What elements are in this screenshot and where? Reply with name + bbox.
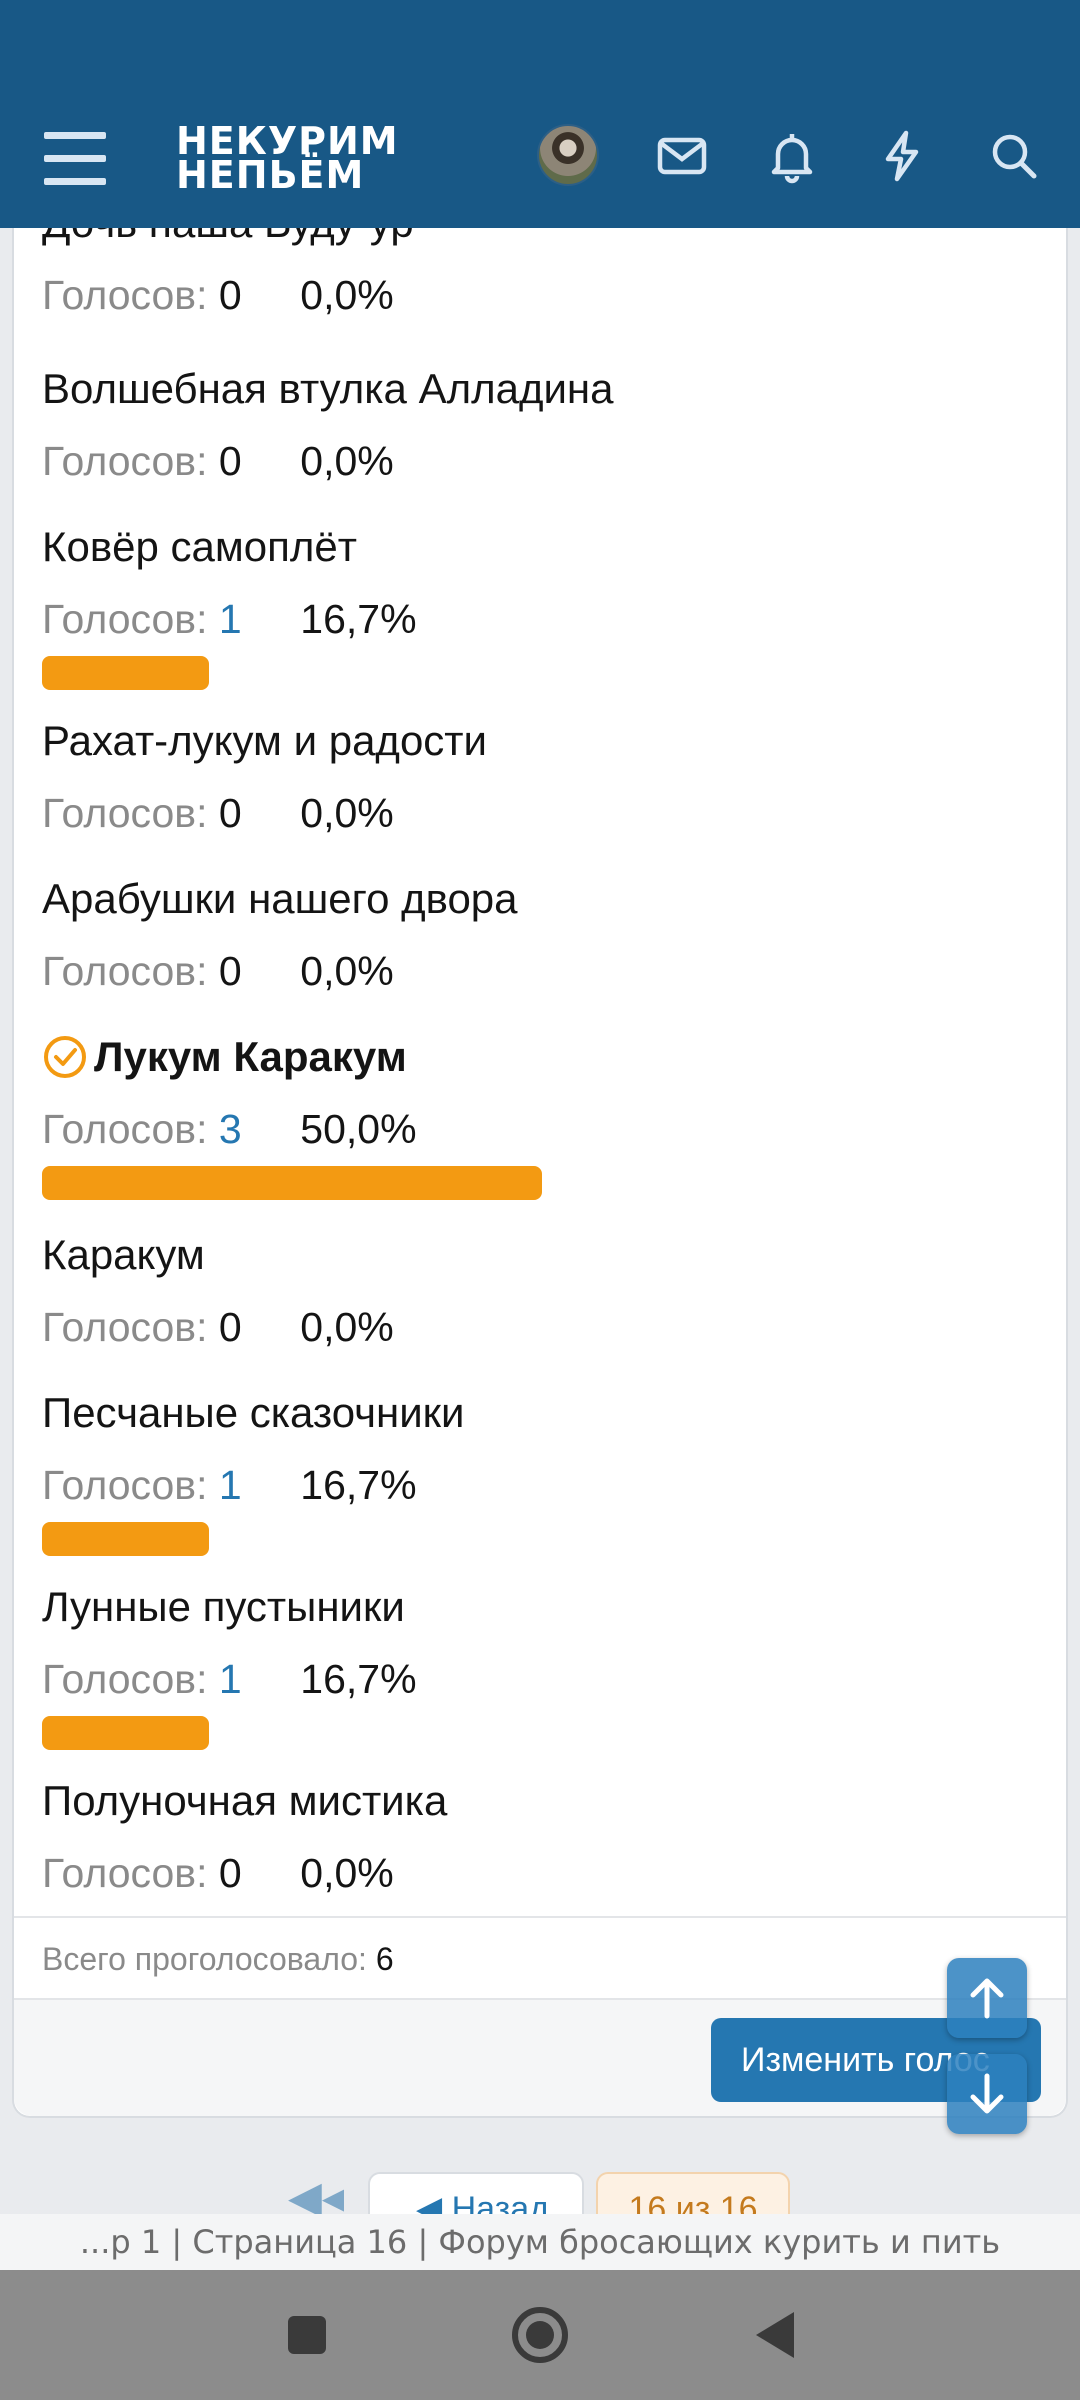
votes-label: Голосов: xyxy=(42,948,208,994)
votes-label: Голосов: xyxy=(42,1656,208,1702)
total-value: 6 xyxy=(375,1941,394,1977)
lightning-icon[interactable] xyxy=(874,128,930,184)
poll-option-votes: Голосов: 0 0,0% xyxy=(42,788,1042,838)
home-button[interactable] xyxy=(505,2300,575,2370)
poll-option-bar xyxy=(42,656,209,690)
votes-count[interactable]: 1 xyxy=(219,594,289,644)
poll-option-title: Каракум xyxy=(42,1230,1042,1280)
poll-option-label: Лунные пустыники xyxy=(42,1583,405,1630)
votes-label: Голосов: xyxy=(42,272,208,318)
poll-option-label: Каракум xyxy=(42,1231,205,1278)
mail-icon[interactable] xyxy=(654,128,710,184)
back-triangle-icon xyxy=(756,2312,794,2358)
poll-option-votes: Голосов: 0 0,0% xyxy=(42,436,1042,486)
arrow-up-icon xyxy=(970,1978,1004,2019)
bell-icon[interactable] xyxy=(764,128,820,184)
poll-option: Лунные пустыники Голосов: 1 16,7% xyxy=(42,1582,1042,1750)
poll-option-label: Лукум Каракум xyxy=(94,1033,407,1080)
votes-percent: 0,0% xyxy=(300,1304,394,1350)
search-icon[interactable] xyxy=(986,128,1042,184)
site-logo[interactable]: НЕКУРИМ НЕПЬЁМ xyxy=(176,122,399,197)
poll-option-title: Волшебная втулка Алладина xyxy=(42,364,1042,414)
check-circle-icon xyxy=(44,1036,86,1078)
votes-count: 0 xyxy=(218,272,242,318)
poll-option-votes: Голосов: 0 0,0% xyxy=(42,1848,1042,1898)
poll-option-label: Ковёр самоплёт xyxy=(42,523,357,570)
votes-count: 0 xyxy=(218,438,242,484)
votes-label: Голосов: xyxy=(42,790,208,836)
poll-option-votes: Голосов: 1 16,7% xyxy=(42,1460,1042,1510)
poll-option-label: Полуночная мистика xyxy=(42,1777,448,1824)
back-button[interactable] xyxy=(740,2300,810,2370)
logo-line-2: НЕПЬЁМ xyxy=(176,153,365,197)
total-label: Всего проголосовало: xyxy=(42,1941,367,1977)
poll-option-label: Волшебная втулка Алладина xyxy=(42,365,614,412)
votes-count: 0 xyxy=(218,948,242,994)
poll-option: Лукум Каракум Голосов: 3 50,0% xyxy=(42,1032,1042,1200)
poll-option-bar xyxy=(42,1166,542,1200)
votes-percent: 16,7% xyxy=(300,1656,417,1702)
votes-percent: 0,0% xyxy=(300,272,394,318)
votes-percent: 0,0% xyxy=(300,1850,394,1896)
poll-option: Каракум Голосов: 0 0,0% xyxy=(42,1230,1042,1352)
poll-option-label: Рахат-лукум и радости xyxy=(42,717,487,764)
site-header: НЕКУРИМ НЕПЬЁМ xyxy=(0,0,1080,228)
poll-option: Рахат-лукум и радости Голосов: 0 0,0% xyxy=(42,716,1042,838)
poll-option-title: Песчаные сказочники xyxy=(42,1388,1042,1438)
votes-percent: 16,7% xyxy=(300,1462,417,1508)
arrow-down-icon xyxy=(970,2073,1004,2114)
poll-option-title: Полуночная мистика xyxy=(42,1776,1042,1826)
votes-percent: 0,0% xyxy=(300,438,394,484)
votes-count[interactable]: 1 xyxy=(219,1654,289,1704)
browser-page-title: ...р 1 | Страница 16 | Форум бросающих к… xyxy=(0,2214,1080,2270)
poll-option-votes: Голосов: 0 0,0% xyxy=(42,946,1042,996)
poll-option-title: Арабушки нашего двора xyxy=(42,874,1042,924)
poll-option-votes: Голосов: 3 50,0% xyxy=(42,1104,1042,1154)
votes-label: Голосов: xyxy=(42,596,208,642)
votes-label: Голосов: xyxy=(42,1304,208,1350)
poll-option: Полуночная мистика Голосов: 0 0,0% xyxy=(42,1776,1042,1898)
votes-label: Голосов: xyxy=(42,1850,208,1896)
poll-option-votes: Голосов: 0 0,0% xyxy=(42,1302,1042,1352)
poll-option-votes: Голосов: 0 0,0% xyxy=(42,270,1042,320)
home-circle-icon xyxy=(512,2307,568,2363)
scroll-bottom-button[interactable] xyxy=(947,2054,1027,2134)
votes-percent: 0,0% xyxy=(300,948,394,994)
poll-option-label: Песчаные сказочники xyxy=(42,1389,465,1436)
scroll-top-button[interactable] xyxy=(947,1958,1027,2038)
poll-option-votes: Голосов: 1 16,7% xyxy=(42,594,1042,644)
votes-count[interactable]: 3 xyxy=(219,1104,289,1154)
votes-percent: 0,0% xyxy=(300,790,394,836)
votes-count: 0 xyxy=(218,790,242,836)
votes-label: Голосов: xyxy=(42,1106,208,1152)
square-icon xyxy=(288,2316,326,2354)
poll-option: Волшебная втулка Алладина Голосов: 0 0,0% xyxy=(42,364,1042,486)
poll-option: Ковёр самоплёт Голосов: 1 16,7% xyxy=(42,522,1042,690)
poll-option-bar xyxy=(42,1716,209,1750)
votes-label: Голосов: xyxy=(42,1462,208,1508)
menu-icon[interactable] xyxy=(44,132,106,186)
votes-count: 0 xyxy=(218,1850,242,1896)
poll-option: Арабушки нашего двора Голосов: 0 0,0% xyxy=(42,874,1042,996)
poll-option: Песчаные сказочники Голосов: 1 16,7% xyxy=(42,1388,1042,1556)
poll-option-bar xyxy=(42,1522,209,1556)
recent-apps-button[interactable] xyxy=(272,2300,342,2370)
poll-option-title: Ковёр самоплёт xyxy=(42,522,1042,572)
votes-percent: 16,7% xyxy=(300,596,417,642)
android-nav-bar xyxy=(0,2270,1080,2400)
avatar[interactable] xyxy=(537,124,599,186)
votes-count[interactable]: 1 xyxy=(219,1460,289,1510)
poll-total: Всего проголосовало: 6 xyxy=(14,1916,1066,2000)
votes-percent: 50,0% xyxy=(300,1106,417,1152)
votes-label: Голосов: xyxy=(42,438,208,484)
poll-option-label: Арабушки нашего двора xyxy=(42,875,518,922)
poll-option-votes: Голосов: 1 16,7% xyxy=(42,1654,1042,1704)
poll-option-title: Лукум Каракум xyxy=(42,1032,1042,1082)
poll-option-title: Рахат-лукум и радости xyxy=(42,716,1042,766)
votes-count: 0 xyxy=(218,1304,242,1350)
poll-option-title: Лунные пустыники xyxy=(42,1582,1042,1632)
